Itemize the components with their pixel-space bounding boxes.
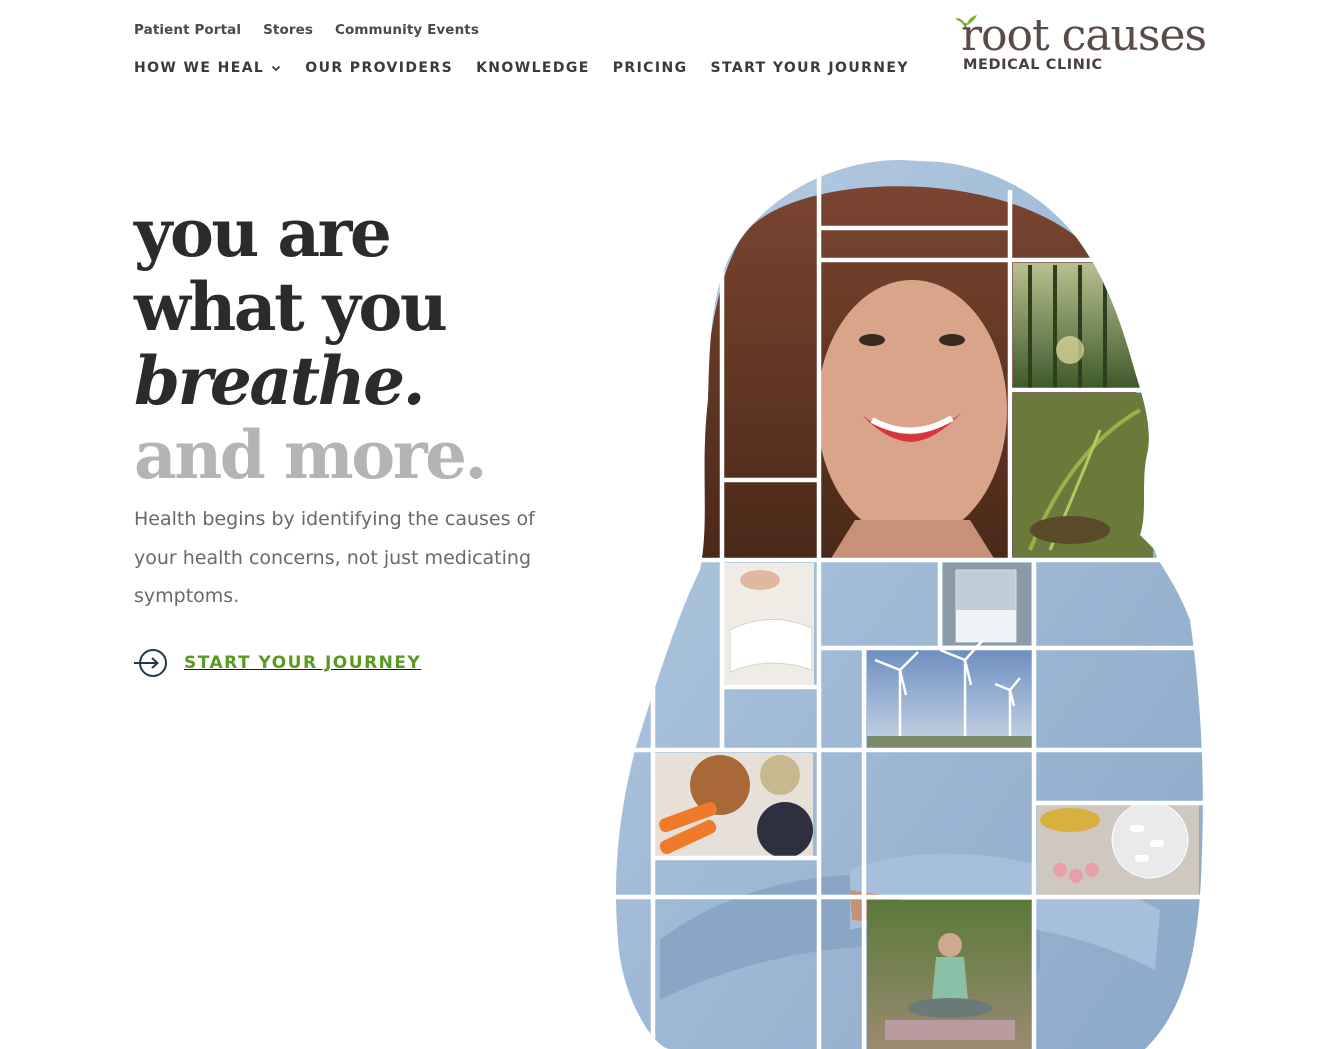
nav-item-label: KNOWLEDGE: [476, 60, 590, 76]
nav-link-patient-portal[interactable]: Patient Portal: [134, 22, 241, 38]
utility-nav: Patient Portal Stores Community Events: [134, 22, 479, 38]
site-logo[interactable]: root causes MEDICAL CLINIC: [953, 10, 1213, 80]
logo-wordmark: root causes: [961, 10, 1207, 61]
nav-link-stores[interactable]: Stores: [263, 22, 313, 38]
nav-item-knowledge[interactable]: KNOWLEDGE: [476, 60, 590, 76]
main-nav: HOW WE HEAL OUR PROVIDERS KNOWLEDGE PRIC…: [134, 60, 909, 76]
collage-svg: [600, 150, 1220, 1049]
headline-line-1: you are: [134, 194, 392, 272]
nav-item-start-your-journey[interactable]: START YOUR JOURNEY: [710, 60, 908, 76]
hero-intro-text: Health begins by identifying the causes …: [134, 508, 535, 607]
nav-item-label: OUR PROVIDERS: [305, 60, 454, 76]
start-your-journey-cta[interactable]: START YOUR JOURNEY: [134, 648, 421, 678]
nav-item-label: START YOUR JOURNEY: [710, 60, 909, 76]
chevron-down-icon: [272, 65, 281, 72]
nav-item-how-we-heal[interactable]: HOW WE HEAL: [134, 60, 282, 76]
nav-link-community-events[interactable]: Community Events: [335, 22, 479, 38]
hero-headline: you are what you breathe. and more.: [134, 196, 614, 492]
nav-item-label: HOW WE HEAL: [134, 60, 265, 76]
arrow-circle-icon: [134, 649, 167, 677]
nav-item-pricing[interactable]: PRICING: [613, 60, 688, 76]
logo-subtitle: MEDICAL CLINIC: [963, 57, 1103, 73]
nav-item-label: PRICING: [612, 60, 688, 76]
hero-collage-image: [600, 150, 1220, 1049]
cta-label: START YOUR JOURNEY: [184, 653, 422, 673]
headline-line-3: breathe.: [134, 342, 426, 420]
headline-line-4: and more.: [134, 416, 487, 494]
headline-line-2: what you: [134, 268, 448, 346]
nav-item-our-providers[interactable]: OUR PROVIDERS: [305, 60, 453, 76]
